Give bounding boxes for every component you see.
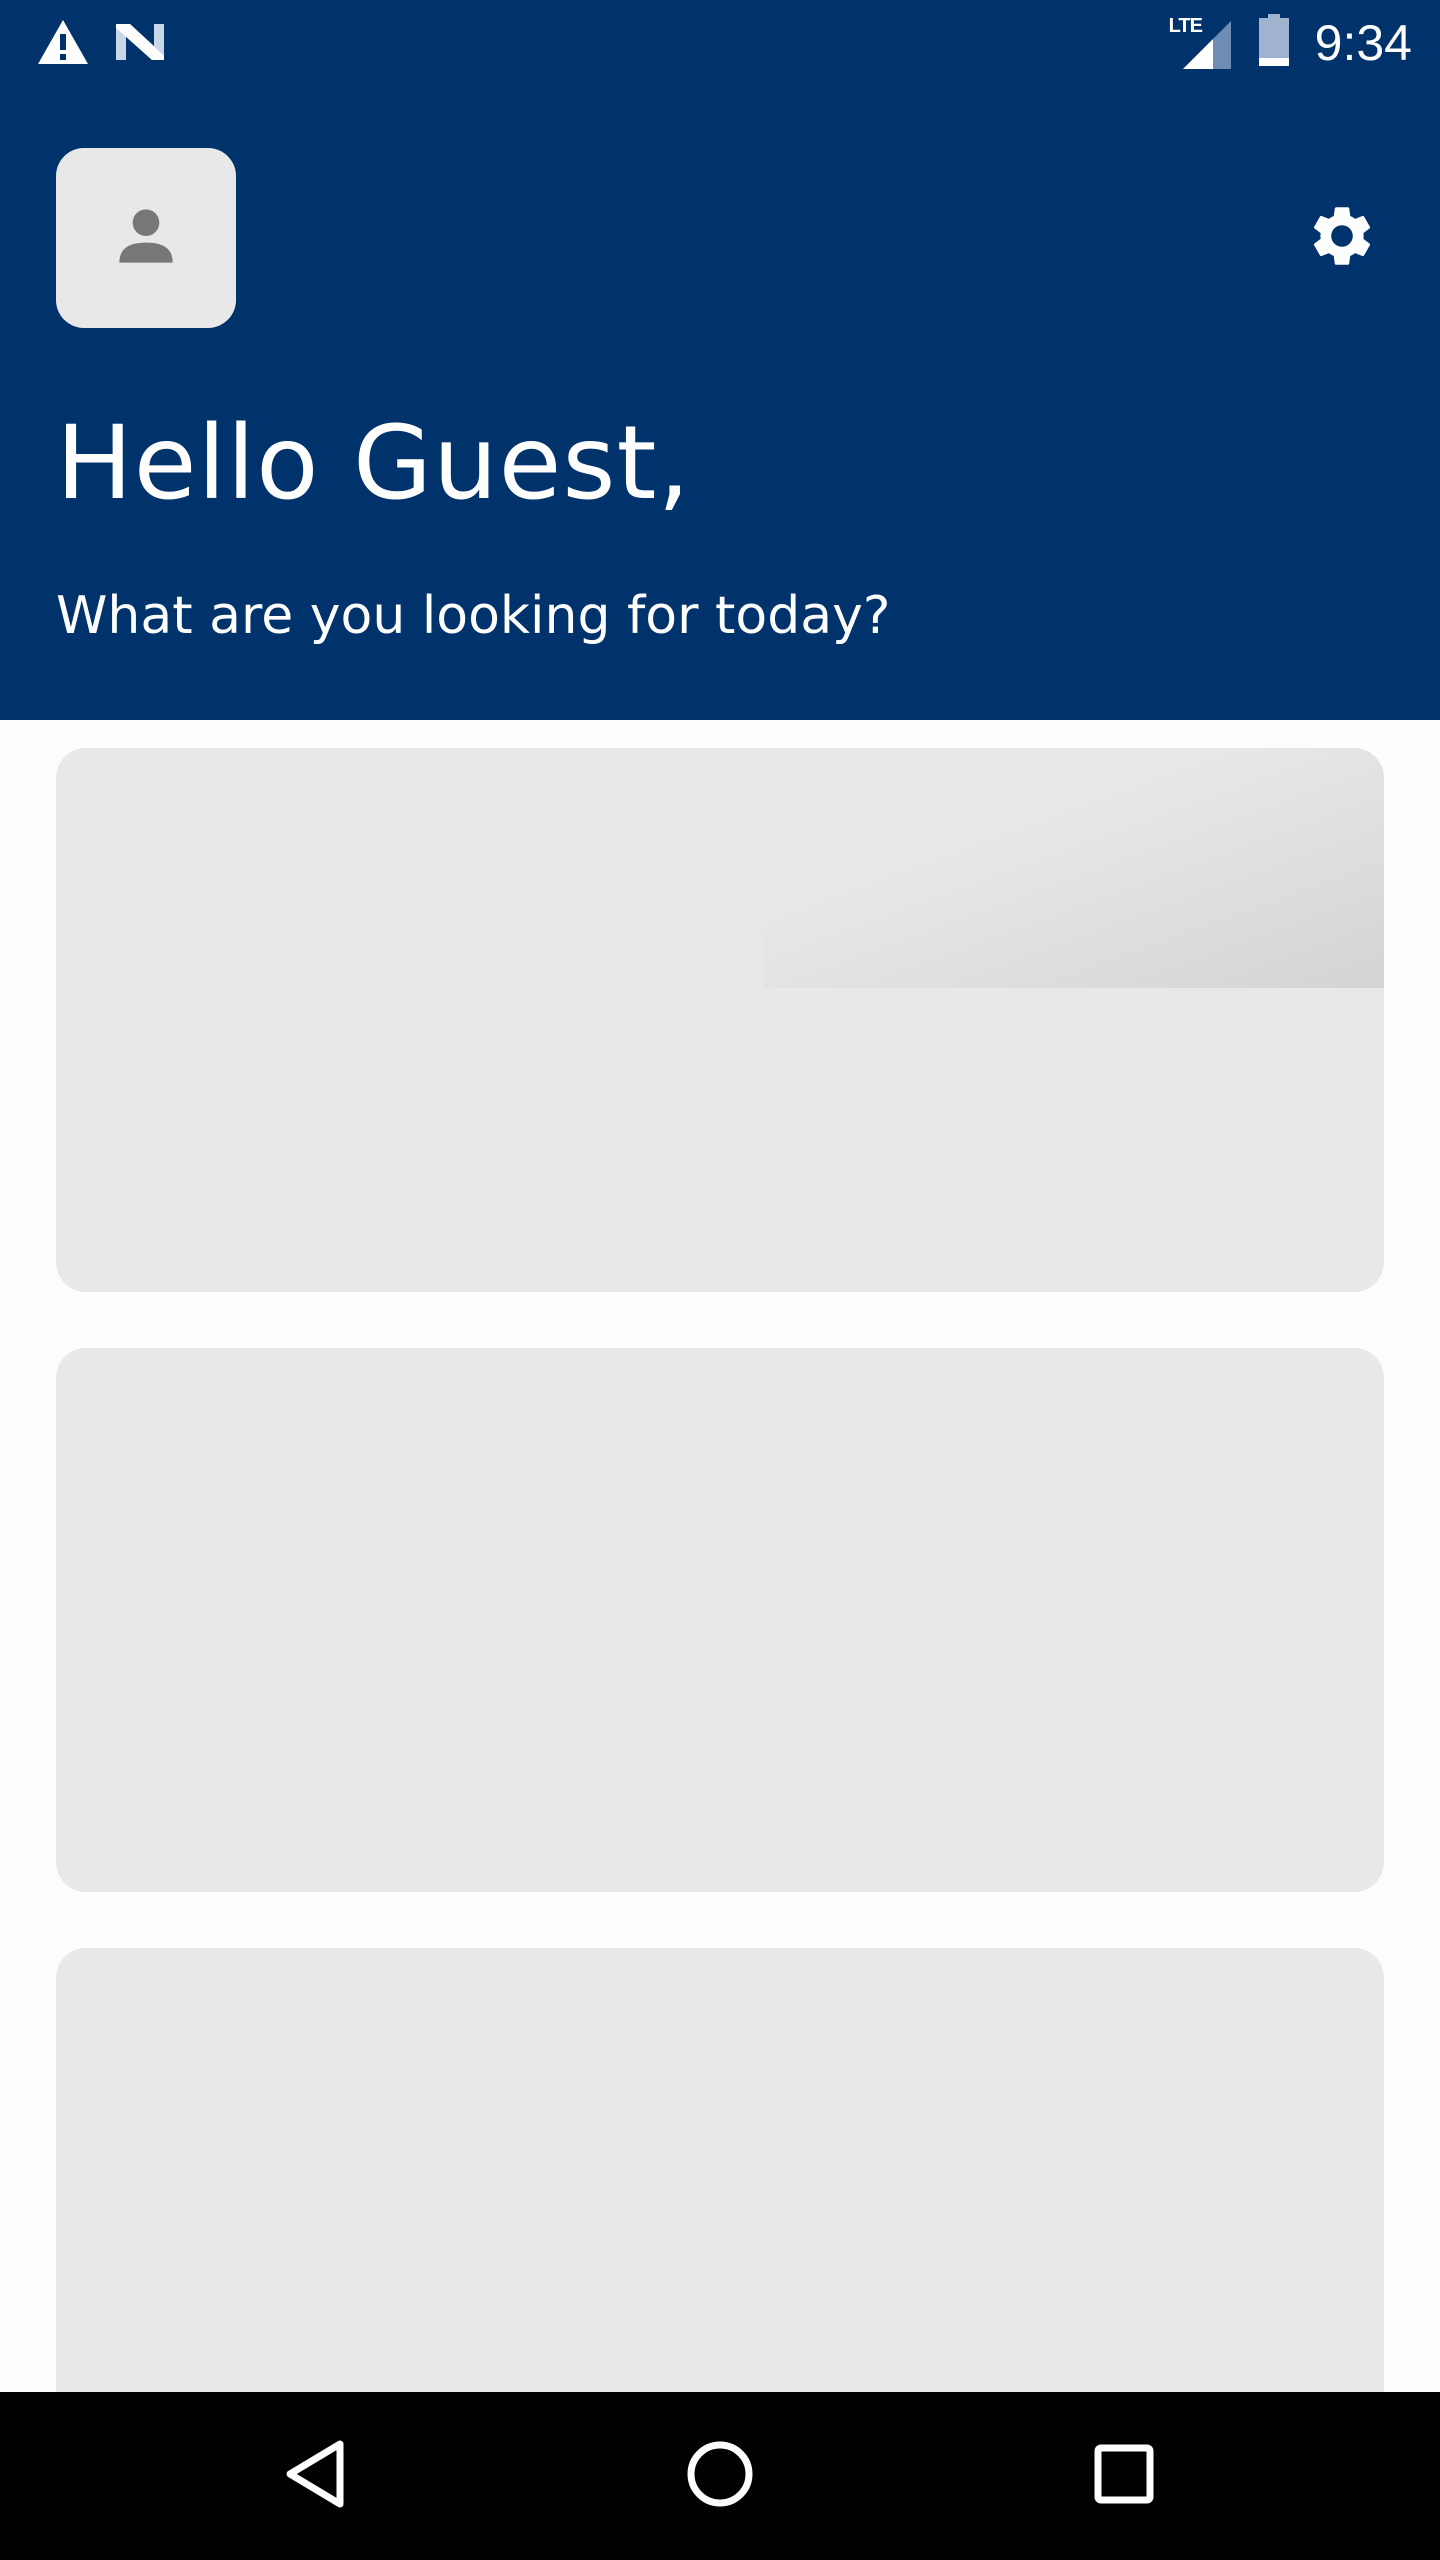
- gear-icon: [1306, 200, 1378, 276]
- status-clock: 9:34: [1314, 15, 1412, 71]
- battery-icon: [1257, 14, 1291, 72]
- recents-button[interactable]: [1074, 2426, 1174, 2526]
- home-button[interactable]: [670, 2426, 770, 2526]
- settings-button[interactable]: [1300, 196, 1384, 280]
- lte-signal-icon: LTE: [1169, 15, 1233, 71]
- placeholder-card-2: [56, 1348, 1384, 1892]
- greeting-header: Hello Guest, What are you looking for to…: [0, 84, 1440, 720]
- recents-icon: [1093, 2443, 1155, 2509]
- status-bar: LTE 9:34: [0, 0, 1440, 84]
- status-right-icons: LTE 9:34: [1169, 14, 1412, 72]
- back-button[interactable]: [266, 2426, 366, 2526]
- avatar-button[interactable]: [56, 148, 236, 328]
- back-icon: [284, 2438, 348, 2514]
- greeting-title: Hello Guest,: [56, 404, 691, 523]
- loading-shimmer: [764, 748, 1384, 988]
- n-logo-icon: [114, 20, 166, 68]
- warning-icon: [36, 18, 90, 70]
- home-screen: LTE 9:34 Hello Guest, What are you looki…: [0, 0, 1440, 2560]
- status-left-icons: [36, 18, 166, 70]
- placeholder-card-1: [56, 748, 1384, 1292]
- person-icon: [106, 196, 186, 280]
- system-nav-bar: [0, 2392, 1440, 2560]
- greeting-subtitle: What are you looking for today?: [56, 586, 891, 646]
- home-icon: [685, 2439, 755, 2513]
